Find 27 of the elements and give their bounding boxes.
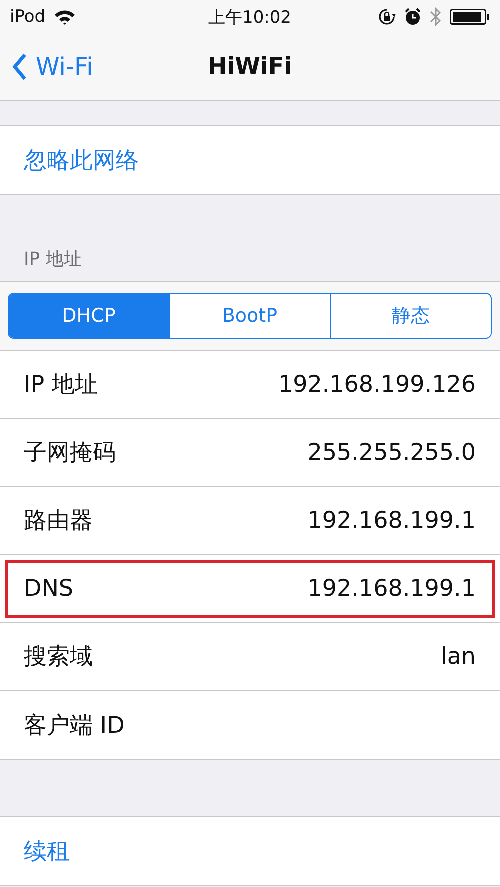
rotation-lock-icon: [378, 8, 396, 26]
bluetooth-icon: [430, 7, 442, 27]
row-label: 子网掩码: [24, 439, 116, 468]
battery-icon: [450, 9, 490, 25]
renew-lease-button[interactable]: 续租: [0, 817, 500, 885]
row-label: 客户端 ID: [24, 712, 125, 740]
segment-tab[interactable]: 静态: [330, 294, 491, 338]
back-button[interactable]: Wi-Fi: [0, 53, 94, 81]
alarm-icon: [404, 8, 422, 26]
carrier-name: iPod: [10, 7, 46, 27]
segment-tab[interactable]: DHCP: [9, 294, 169, 338]
row-value: 192.168.199.126: [278, 372, 476, 398]
row-value: lan: [440, 644, 476, 670]
status-time: 上午10:02: [208, 6, 292, 28]
row-value: 255.255.255.0: [308, 440, 476, 466]
segment-tab[interactable]: BootP: [169, 294, 330, 338]
nav-title: HiWiFi: [208, 54, 292, 80]
row-label: DNS: [24, 576, 74, 602]
wifi-icon: [54, 9, 76, 25]
section-header: IP 地址: [24, 248, 82, 271]
row-label: IP 地址: [24, 371, 98, 400]
row-label: 路由器: [24, 507, 93, 536]
row-value: 192.168.199.1: [308, 576, 476, 602]
back-chevron-icon: [12, 53, 28, 81]
forget-network-button[interactable]: 忽略此网络: [0, 126, 500, 194]
row-label: 搜索域: [24, 643, 93, 672]
row-value: 192.168.199.1: [308, 508, 476, 534]
